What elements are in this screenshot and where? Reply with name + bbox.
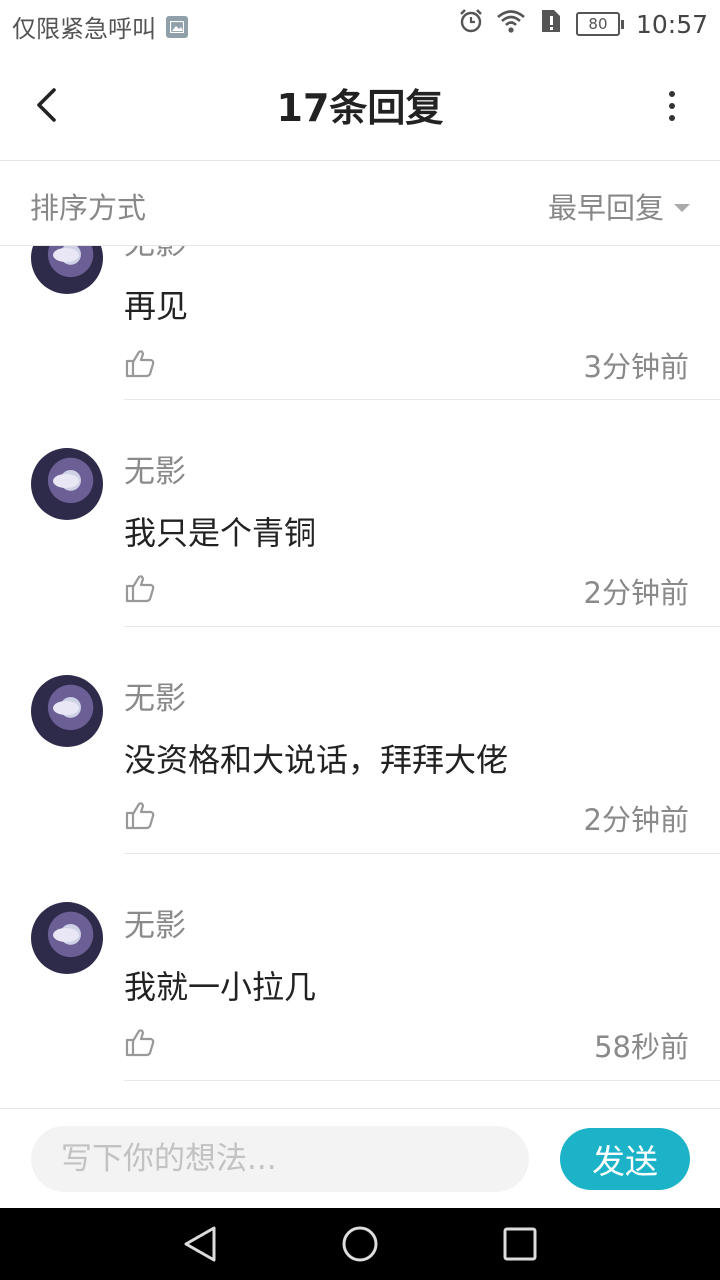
comment-text: 再见 <box>124 287 189 325</box>
divider <box>124 853 720 854</box>
divider <box>124 399 720 400</box>
comment-item: 无影 我只是个青铜 2分钟前 <box>0 426 720 653</box>
battery-level: 80 <box>575 12 620 36</box>
comment-list[interactable]: 无影 再见 3分钟前 无影 我只是个青铜 2分钟前 无影 没资格和大说话，拜拜大… <box>0 246 720 1108</box>
avatar[interactable] <box>31 448 103 520</box>
nav-home-icon[interactable] <box>340 1224 380 1264</box>
reply-composer: 发送 <box>0 1108 720 1209</box>
comment-time: 58秒前 <box>594 1030 689 1064</box>
wifi-icon <box>496 9 526 39</box>
avatar[interactable] <box>31 902 103 974</box>
comment-text: 没资格和大说话，拜拜大佬 <box>124 741 509 779</box>
sim-alert-icon <box>538 8 564 40</box>
image-notification-icon <box>166 15 188 38</box>
comment-time: 2分钟前 <box>583 803 689 837</box>
carrier-text: 仅限紧急呼叫 <box>12 15 156 43</box>
comment-text: 我只是个青铜 <box>124 514 317 552</box>
comment-text: 我就一小拉几 <box>124 968 317 1006</box>
comment-item: 无影 没资格和大说话，拜拜大佬 2分钟前 <box>0 653 720 880</box>
thumbs-up-icon <box>125 350 155 378</box>
like-button[interactable] <box>124 572 156 604</box>
more-options-button[interactable] <box>662 86 682 126</box>
reply-input[interactable] <box>31 1126 529 1192</box>
send-button[interactable]: 发送 <box>560 1128 690 1190</box>
sort-bar: 排序方式 最早回复 <box>0 161 720 246</box>
comment-time: 2分钟前 <box>583 576 689 610</box>
like-button[interactable] <box>124 347 156 379</box>
comment-item: 无影 再见 3分钟前 <box>0 246 720 400</box>
sort-label: 排序方式 <box>30 191 147 225</box>
page-title: 17条回复 <box>276 86 444 130</box>
divider <box>124 1080 720 1081</box>
status-bar: 仅限紧急呼叫 80 10:57 <box>0 0 720 50</box>
sort-dropdown[interactable]: 最早回复 <box>548 185 690 227</box>
caret-down-icon <box>674 204 690 212</box>
like-button[interactable] <box>124 799 156 831</box>
sort-selected-value: 最早回复 <box>547 191 664 225</box>
alarm-icon <box>458 8 484 40</box>
comment-username[interactable]: 无影 <box>124 900 186 945</box>
more-dots-icon <box>669 91 675 97</box>
app-header: 17条回复 <box>0 50 720 161</box>
system-nav-bar <box>0 1208 720 1280</box>
like-button[interactable] <box>124 1026 156 1058</box>
divider <box>124 626 720 627</box>
battery-icon: 80 <box>575 12 624 36</box>
comment-item: 无影 我就一小拉几 58秒前 <box>0 880 720 1107</box>
avatar[interactable] <box>31 246 103 294</box>
comment-username[interactable]: 无影 <box>124 446 186 491</box>
thumbs-up-icon <box>125 575 155 603</box>
comment-time: 3分钟前 <box>583 350 689 384</box>
comment-username[interactable]: 无影 <box>124 673 186 718</box>
comment-username[interactable]: 无影 <box>124 246 186 263</box>
clock: 10:57 <box>635 9 708 39</box>
thumbs-up-icon <box>125 802 155 830</box>
nav-recents-icon[interactable] <box>500 1224 540 1264</box>
nav-back-icon[interactable] <box>180 1224 220 1264</box>
thumbs-up-icon <box>125 1029 155 1057</box>
avatar[interactable] <box>31 675 103 747</box>
